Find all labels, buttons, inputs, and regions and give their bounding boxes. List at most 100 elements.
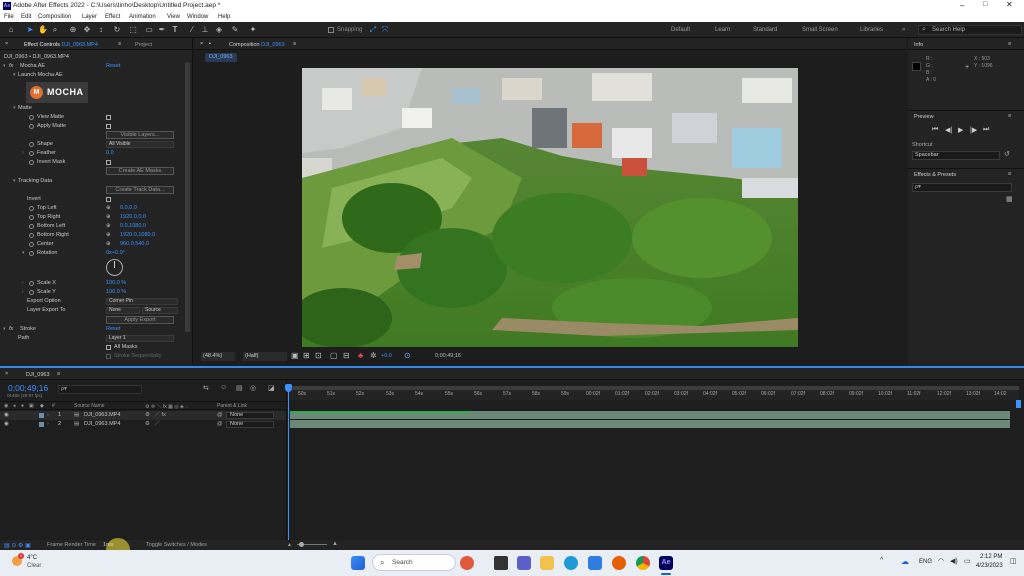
parent-link-header[interactable]: Parent & Link	[217, 403, 247, 409]
bottom-right-value[interactable]: 1920.0,1080.0	[120, 231, 155, 240]
onedrive-icon[interactable]: ☁	[901, 557, 909, 566]
composition-menu-icon[interactable]: ≡	[293, 41, 296, 47]
parent-dropdown[interactable]: None	[226, 412, 274, 419]
stopwatch-icon[interactable]	[29, 290, 34, 295]
orbit-tool-icon[interactable]: ⊕	[68, 25, 78, 35]
stopwatch-icon[interactable]	[29, 160, 34, 165]
timeline-timecode[interactable]: 0;00;49;16	[8, 383, 48, 393]
pan-tool-icon[interactable]: ✥	[82, 25, 92, 35]
work-area-end-handle[interactable]	[1016, 400, 1021, 408]
wifi-icon[interactable]: ◠	[938, 557, 944, 565]
zoom-out-icon[interactable]: ▴	[288, 541, 291, 548]
pickwhip-icon[interactable]: @	[217, 420, 223, 429]
preview-menu-icon[interactable]: ≡	[1008, 113, 1011, 119]
workspace-small-screen[interactable]: Small Screen	[802, 27, 838, 33]
pen-tool-icon[interactable]: ✒	[157, 25, 167, 35]
layer-export-dropdown[interactable]: None	[106, 307, 140, 314]
first-frame-icon[interactable]: ⏮	[932, 126, 938, 134]
shy-layers-icon[interactable]: ☺	[220, 384, 227, 391]
time-ruler[interactable]: 50s 51s 52s 53s 54s 55s 56s 57s 58s 59s …	[287, 386, 1019, 400]
tab-menu-icon[interactable]: ≡	[118, 41, 121, 47]
feather-value[interactable]: 0.0	[106, 149, 114, 158]
frame-blend-icon[interactable]: ▤	[236, 384, 243, 392]
pickwhip-icon[interactable]: @	[217, 411, 223, 420]
layer-row[interactable]: ◉ › 2 ▤ DJI_0963.MP4 ⚙ ／ @ None	[0, 420, 286, 429]
menu-animation[interactable]: Animation	[129, 14, 156, 20]
rotation-value[interactable]: 0x+0.0°	[106, 249, 125, 258]
tab-effect-controls[interactable]: Effect Controls DJI_0963.MP4	[24, 42, 98, 48]
eraser-tool-icon[interactable]: ◈	[214, 25, 224, 35]
info-title[interactable]: Info	[914, 42, 923, 48]
composition-lock-icon[interactable]: ▪	[209, 41, 211, 47]
tab-project[interactable]: Project	[135, 42, 152, 48]
workspace-learn[interactable]: Learn	[715, 27, 730, 33]
stopwatch-icon[interactable]	[29, 233, 34, 238]
timeline-menu-icon[interactable]: ≡	[57, 371, 60, 377]
close-tab-icon[interactable]: ×	[5, 41, 8, 47]
layer-bar[interactable]	[290, 420, 1010, 428]
clone-tool-icon[interactable]: ⊥	[200, 25, 210, 35]
guides-icon[interactable]: ⊟	[343, 351, 350, 360]
crosshair-icon[interactable]: ⊕	[106, 222, 111, 231]
create-track-data-button[interactable]: Create Track Data...	[106, 186, 174, 194]
info-menu-icon[interactable]: ≡	[1008, 41, 1011, 47]
language-indicator[interactable]: ENG	[919, 559, 932, 565]
visible-layers-button[interactable]: Visible Layers...	[106, 131, 174, 139]
stopwatch-icon[interactable]	[29, 115, 34, 120]
invert-checkbox[interactable]	[106, 197, 111, 202]
rectangle-tool-icon[interactable]: ▭	[144, 25, 154, 35]
last-frame-icon[interactable]: ⏭	[983, 126, 989, 134]
snapping-checkbox[interactable]	[328, 27, 334, 33]
clock-date[interactable]: 4/23/2023	[976, 563, 1003, 569]
stopwatch-icon[interactable]	[29, 151, 34, 156]
apply-export-button[interactable]: Apply Export	[106, 316, 174, 324]
menu-view[interactable]: View	[167, 14, 180, 20]
close-tab-icon[interactable]: ×	[200, 41, 203, 47]
layer-name[interactable]: DJI_0963.MP4	[84, 411, 120, 420]
tab-composition[interactable]: Composition DJI_0963	[229, 42, 285, 48]
mocha-logo-button[interactable]: M MOCHA	[26, 82, 88, 103]
tab-timeline[interactable]: DJI_0963	[26, 372, 50, 378]
mocha-reset-link[interactable]: Reset	[106, 62, 120, 71]
store-icon[interactable]	[588, 556, 602, 570]
prev-frame-icon[interactable]: ◀|	[945, 126, 952, 134]
weather-temp[interactable]: 4°C	[27, 555, 37, 561]
zoom-slider-thumb[interactable]	[299, 542, 304, 547]
stroke-reset-link[interactable]: Reset	[106, 325, 120, 334]
chrome-icon[interactable]	[636, 556, 650, 570]
search-highlight-icon[interactable]	[460, 556, 474, 570]
composition-breadcrumb[interactable]: DJI_0963	[205, 53, 237, 62]
workspace-default[interactable]: Default	[671, 27, 690, 33]
effects-search-field[interactable]: ρ▾	[912, 183, 1012, 192]
minimize-icon[interactable]: –	[960, 1, 964, 10]
crosshair-icon[interactable]: ⊕	[106, 231, 111, 240]
playhead[interactable]	[285, 384, 292, 542]
composition-viewer[interactable]	[302, 68, 798, 347]
workspace-standard[interactable]: Standard	[753, 27, 777, 33]
graph-editor-icon[interactable]: ◪	[268, 384, 275, 392]
top-right-value[interactable]: 1920.0,0.0	[120, 213, 146, 222]
draft-3d-icon[interactable]: ⇆	[203, 384, 209, 392]
top-left-value[interactable]: 0.0,0.0	[120, 204, 137, 213]
crosshair-icon[interactable]: ⊕	[106, 204, 111, 213]
start-windows-icon[interactable]	[351, 556, 365, 570]
launch-mocha-label[interactable]: Launch Mocha AE	[18, 71, 63, 80]
status-icons[interactable]: ▤ ⊙ ⚙ ▣	[4, 542, 31, 549]
bottom-left-value[interactable]: 0.0,1080.0	[120, 222, 146, 231]
stopwatch-icon[interactable]	[29, 281, 34, 286]
workspace-more[interactable]: »	[902, 27, 905, 33]
zoom-tool-icon[interactable]: ⌕	[50, 25, 60, 35]
matte-group[interactable]: Matte	[18, 104, 32, 113]
zoom-dropdown[interactable]: (48.4%)	[201, 352, 235, 361]
zoom-in-icon[interactable]: ▲	[332, 541, 338, 547]
camera-tool-icon[interactable]: ⬚	[128, 25, 138, 35]
snap-icon-2[interactable]: ⤧	[380, 25, 390, 35]
crosshair-icon[interactable]: ⊕	[106, 240, 111, 249]
snapshot-camera-icon[interactable]: ⊙	[404, 351, 411, 360]
shape-dropdown[interactable]: All Visible	[106, 141, 174, 148]
fx-icon[interactable]: fx	[9, 62, 13, 71]
chat-icon[interactable]	[517, 556, 531, 570]
view-matte-checkbox[interactable]	[106, 115, 111, 120]
apply-matte-checkbox[interactable]	[106, 124, 111, 129]
visibility-eye-icon[interactable]: ◉	[4, 420, 9, 429]
